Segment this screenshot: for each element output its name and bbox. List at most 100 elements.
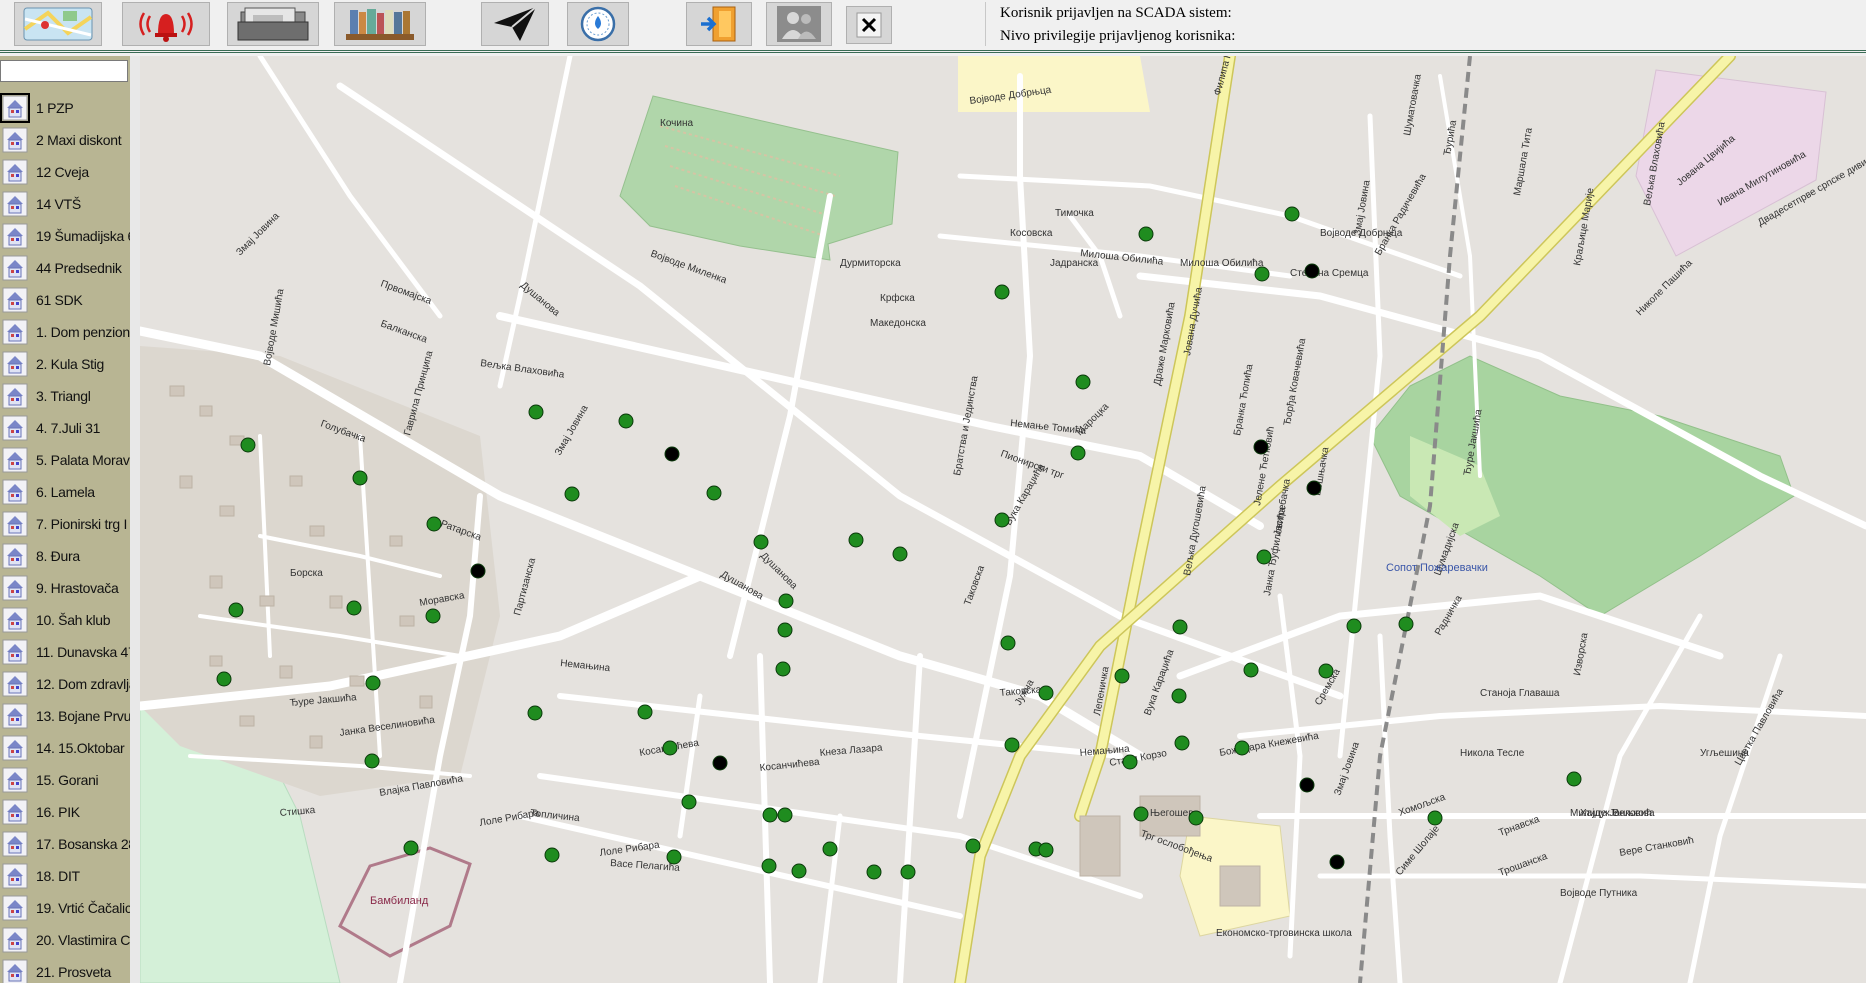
- station-marker-online[interactable]: [1243, 662, 1259, 678]
- station-marker-offline[interactable]: [1306, 480, 1322, 496]
- station-list-item[interactable]: 10. Šah klub: [0, 604, 130, 636]
- close-button[interactable]: [846, 6, 892, 44]
- station-list-item[interactable]: 16. PIK: [0, 796, 130, 828]
- station-marker-online[interactable]: [365, 675, 381, 691]
- station-marker-online[interactable]: [892, 546, 908, 562]
- station-marker-online[interactable]: [1000, 635, 1016, 651]
- station-marker-online[interactable]: [346, 600, 362, 616]
- station-marker-online[interactable]: [965, 838, 981, 854]
- station-marker-offline[interactable]: [1304, 263, 1320, 279]
- station-marker-online[interactable]: [1038, 842, 1054, 858]
- station-marker-online[interactable]: [775, 661, 791, 677]
- station-marker-online[interactable]: [425, 608, 441, 624]
- station-marker-online[interactable]: [1254, 266, 1270, 282]
- station-list-item[interactable]: 4. 7.Juli 31: [0, 412, 130, 444]
- station-search-input[interactable]: [0, 60, 128, 82]
- station-list-item[interactable]: 61 SDK: [0, 284, 130, 316]
- station-marker-online[interactable]: [364, 753, 380, 769]
- station-marker-online[interactable]: [240, 437, 256, 453]
- station-list-item[interactable]: 11. Dunavska 47: [0, 636, 130, 668]
- station-marker-online[interactable]: [1004, 737, 1020, 753]
- send-button[interactable]: [481, 2, 549, 46]
- station-list-item[interactable]: 8. Đura: [0, 540, 130, 572]
- station-marker-online[interactable]: [1346, 618, 1362, 634]
- station-marker-online[interactable]: [1038, 685, 1054, 701]
- station-marker-online[interactable]: [822, 841, 838, 857]
- station-marker-online[interactable]: [761, 858, 777, 874]
- station-list-item[interactable]: 1 PZP: [0, 92, 130, 124]
- station-marker-online[interactable]: [706, 485, 722, 501]
- station-marker-online[interactable]: [994, 284, 1010, 300]
- station-list-item[interactable]: 12 Cveja: [0, 156, 130, 188]
- station-marker-online[interactable]: [1133, 806, 1149, 822]
- station-marker-online[interactable]: [426, 516, 442, 532]
- station-list-item[interactable]: 7. Pionirski trg I: [0, 508, 130, 540]
- station-marker-online[interactable]: [637, 704, 653, 720]
- station-list-item[interactable]: 21. Prosveta: [0, 956, 130, 983]
- station-marker-online[interactable]: [900, 864, 916, 880]
- station-marker-offline[interactable]: [470, 563, 486, 579]
- station-list-item[interactable]: 17. Bosanska 28: [0, 828, 130, 860]
- station-marker-online[interactable]: [1172, 619, 1188, 635]
- station-marker-online[interactable]: [1398, 616, 1414, 632]
- station-list-item[interactable]: 5. Palata Morava: [0, 444, 130, 476]
- archive-button[interactable]: [334, 2, 426, 46]
- station-marker-online[interactable]: [777, 807, 793, 823]
- station-marker-offline[interactable]: [1253, 439, 1269, 455]
- station-list-item[interactable]: 20. Vlastimira Carića: [0, 924, 130, 956]
- station-list-item[interactable]: 14 VTŠ: [0, 188, 130, 220]
- station-marker-online[interactable]: [778, 593, 794, 609]
- station-marker-online[interactable]: [1114, 668, 1130, 684]
- station-list-item[interactable]: 1. Dom penzionera: [0, 316, 130, 348]
- meter-button[interactable]: [567, 2, 629, 46]
- station-marker-offline[interactable]: [1299, 777, 1315, 793]
- station-list-item[interactable]: 18. DIT: [0, 860, 130, 892]
- station-marker-online[interactable]: [1188, 810, 1204, 826]
- station-list-item[interactable]: 19. Vrtić Čačalica: [0, 892, 130, 924]
- station-marker-online[interactable]: [994, 512, 1010, 528]
- station-list-item[interactable]: 6. Lamela: [0, 476, 130, 508]
- splitter[interactable]: [130, 56, 140, 983]
- station-marker-online[interactable]: [681, 794, 697, 810]
- station-list-item[interactable]: 15. Gorani: [0, 764, 130, 796]
- station-marker-online[interactable]: [403, 840, 419, 856]
- alarm-button[interactable]: [122, 2, 210, 46]
- station-marker-online[interactable]: [352, 470, 368, 486]
- station-marker-online[interactable]: [228, 602, 244, 618]
- station-marker-online[interactable]: [848, 532, 864, 548]
- station-marker-online[interactable]: [1256, 549, 1272, 565]
- users-button[interactable]: [766, 2, 832, 46]
- logout-button[interactable]: [686, 2, 752, 46]
- station-marker-online[interactable]: [777, 622, 793, 638]
- station-marker-offline[interactable]: [664, 446, 680, 462]
- station-marker-online[interactable]: [618, 413, 634, 429]
- station-list-item[interactable]: 2 Maxi diskont: [0, 124, 130, 156]
- station-marker-online[interactable]: [1171, 688, 1187, 704]
- map-view[interactable]: Кочина Војводе Добрњца Филипа Кљајића Душан…: [140, 56, 1866, 983]
- station-marker-online[interactable]: [564, 486, 580, 502]
- station-marker-online[interactable]: [1075, 374, 1091, 390]
- station-list-item[interactable]: 19 Šumadijska 6: [0, 220, 130, 252]
- station-list-item[interactable]: 2. Kula Stig: [0, 348, 130, 380]
- map-button[interactable]: [14, 2, 102, 46]
- station-marker-online[interactable]: [544, 847, 560, 863]
- station-marker-online[interactable]: [1070, 445, 1086, 461]
- station-marker-online[interactable]: [1138, 226, 1154, 242]
- station-list-item[interactable]: 14. 15.Oktobar: [0, 732, 130, 764]
- station-marker-online[interactable]: [666, 849, 682, 865]
- station-list-item[interactable]: 3. Triangl: [0, 380, 130, 412]
- station-marker-online[interactable]: [1234, 740, 1250, 756]
- station-marker-online[interactable]: [791, 863, 807, 879]
- station-marker-online[interactable]: [1318, 663, 1334, 679]
- station-marker-online[interactable]: [753, 534, 769, 550]
- station-marker-online[interactable]: [1566, 771, 1582, 787]
- station-marker-offline[interactable]: [712, 755, 728, 771]
- station-marker-online[interactable]: [1427, 810, 1443, 826]
- station-list-item[interactable]: 13. Bojane Prvulović: [0, 700, 130, 732]
- station-marker-online[interactable]: [1284, 206, 1300, 222]
- station-marker-online[interactable]: [1122, 754, 1138, 770]
- station-list-item[interactable]: 12. Dom zdravlja: [0, 668, 130, 700]
- station-marker-offline[interactable]: [1329, 854, 1345, 870]
- reports-button[interactable]: [227, 2, 319, 46]
- station-marker-online[interactable]: [216, 671, 232, 687]
